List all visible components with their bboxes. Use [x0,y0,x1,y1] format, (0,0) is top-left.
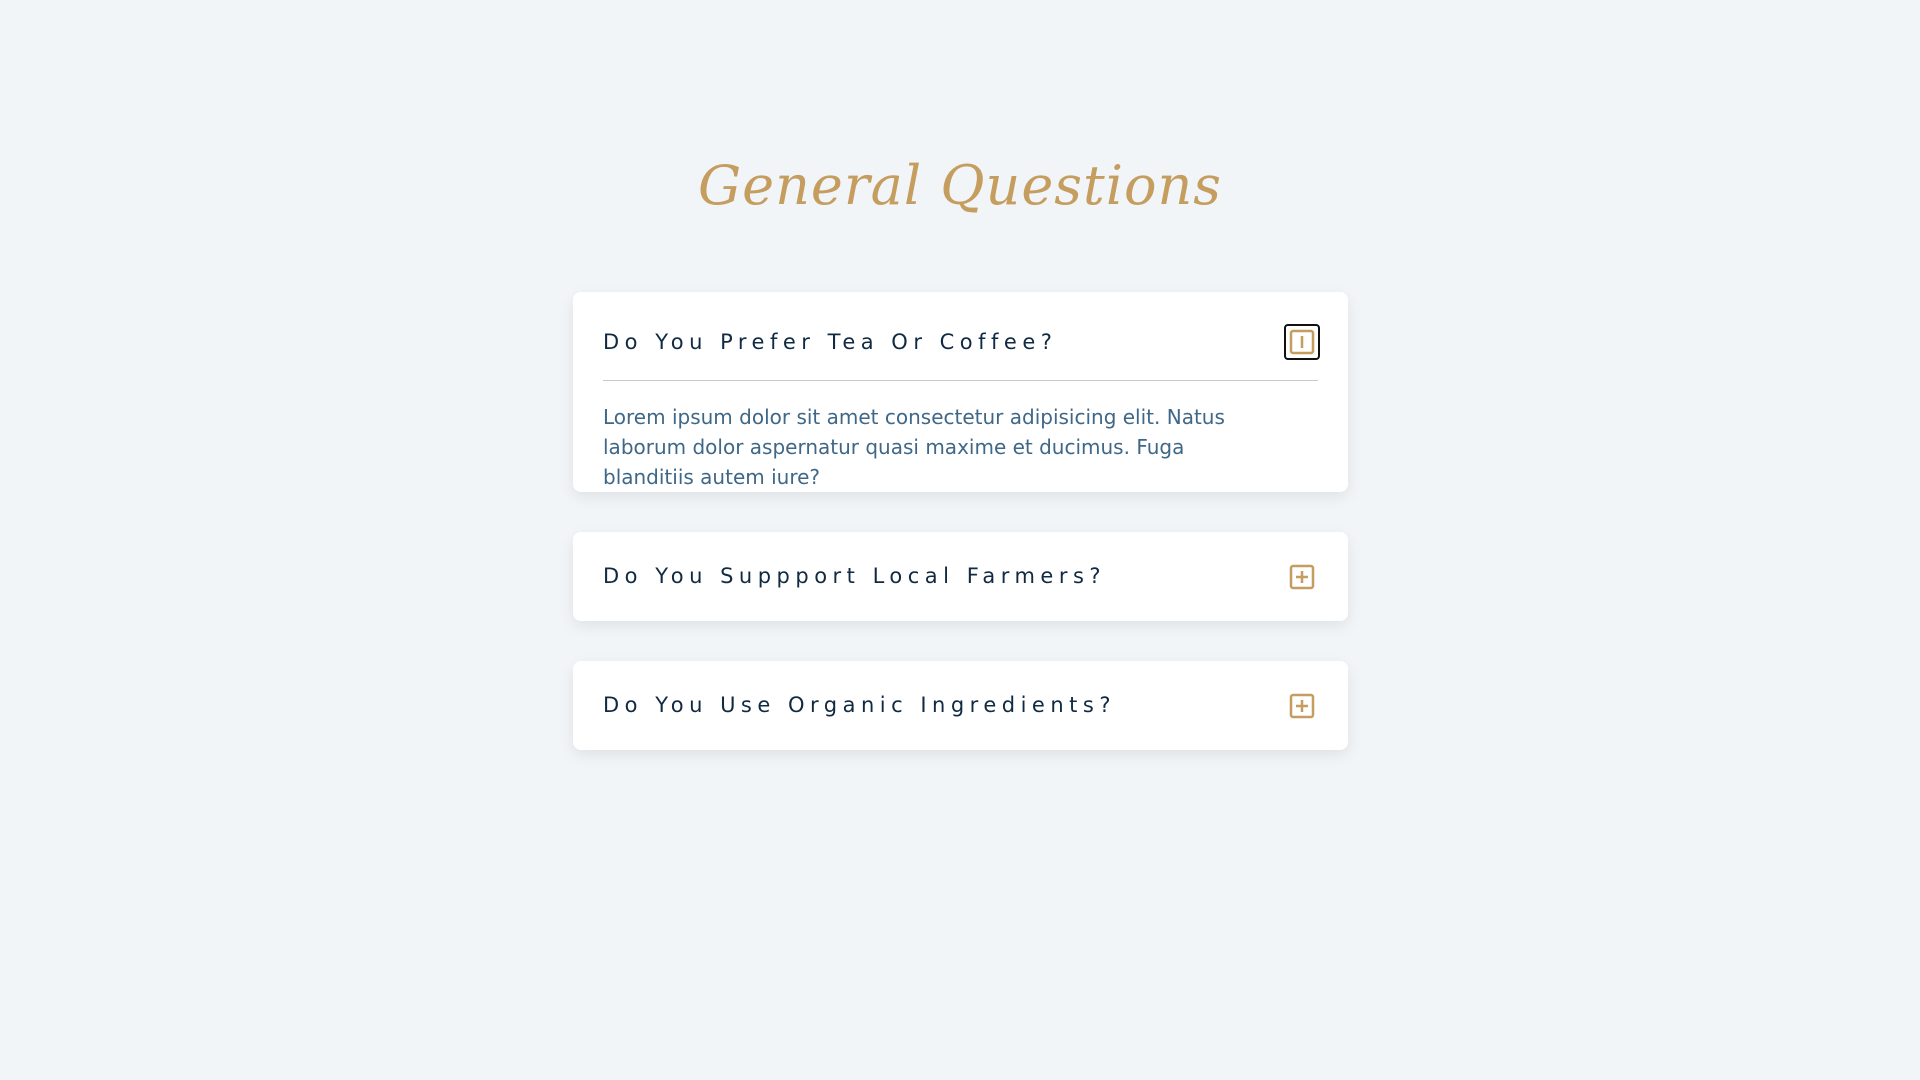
faq-question: Do You Suppport Local Farmers? [603,564,1107,588]
collapse-button[interactable] [1284,324,1320,360]
page-title: General Questions [698,154,1222,217]
expand-button[interactable] [1284,688,1320,724]
faq-answer: Lorem ipsum dolor sit amet consectetur a… [603,405,1225,489]
faq-item-local-farmers: Do You Suppport Local Farmers? [573,532,1348,621]
faq-page: General Questions Do You Prefer Tea Or C… [0,0,1920,1080]
faq-item-tea-coffee: Do You Prefer Tea Or Coffee? Lorem ipsum… [573,292,1348,492]
plus-square-icon [1289,564,1315,590]
faq-item-organic-ingredients: Do You Use Organic Ingredients? [573,661,1348,750]
minus-square-icon [1289,329,1315,355]
faq-question: Do You Use Organic Ingredients? [603,693,1116,717]
faq-divider [603,380,1318,381]
faq-header: Do You Use Organic Ingredients? [573,661,1348,750]
expand-button[interactable] [1284,559,1320,595]
faq-question: Do You Prefer Tea Or Coffee? [603,330,1058,354]
plus-square-icon [1289,693,1315,719]
faq-header: Do You Suppport Local Farmers? [573,532,1348,621]
faq-header: Do You Prefer Tea Or Coffee? [573,292,1348,392]
